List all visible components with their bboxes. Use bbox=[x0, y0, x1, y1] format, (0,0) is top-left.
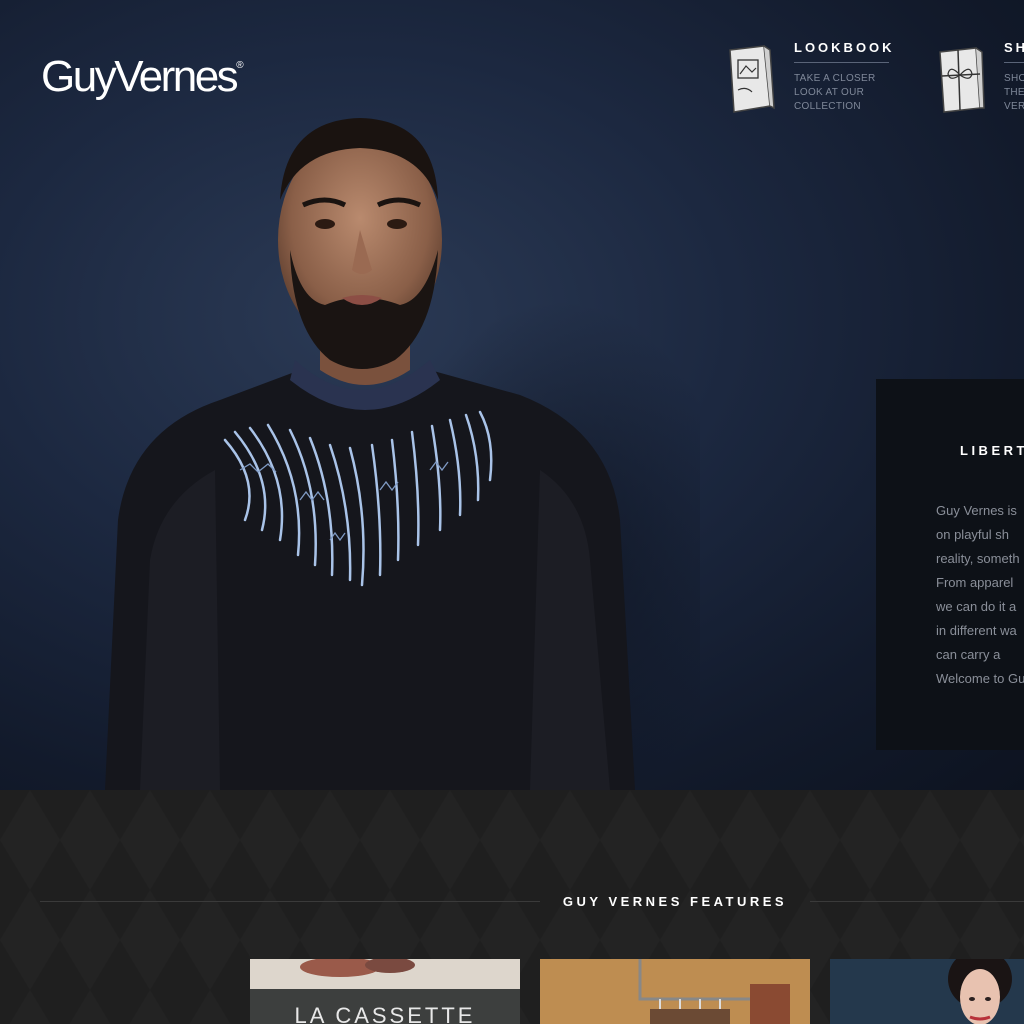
nav-description: TAKE A CLOSER LOOK AT OUR COLLECTION bbox=[794, 73, 876, 112]
divider bbox=[810, 901, 1024, 902]
divider bbox=[40, 901, 540, 902]
svg-text:LA CASSETTE: LA CASSETTE bbox=[295, 1003, 476, 1024]
about-text: Guy Vernes is on playful sh reality, som… bbox=[936, 503, 1024, 686]
features-section: GUY VERNES FEATURES LA CASSETTE bbox=[0, 790, 1024, 1024]
nav-title: SH bbox=[1004, 40, 1024, 55]
about-panel: LIBERT Guy Vernes is on playful sh reali… bbox=[876, 379, 1024, 750]
feature-card[interactable]: LA CASSETTE bbox=[250, 959, 520, 1024]
divider bbox=[1004, 62, 1024, 63]
section-title: GUY VERNES FEATURES bbox=[562, 894, 788, 909]
model-photo bbox=[105, 118, 700, 790]
about-title: LIBERT bbox=[960, 443, 1024, 458]
gift-icon bbox=[939, 47, 985, 113]
brand-logo[interactable]: GuyVernes® bbox=[41, 52, 244, 102]
nav-shop[interactable]: SH SHO THE VER bbox=[936, 40, 1024, 120]
feature-card[interactable] bbox=[540, 959, 810, 1024]
hero-banner: GuyVernes® LOOKBOOK TAKE A CLOSER LOOK A… bbox=[0, 0, 1024, 790]
woman-portrait-image bbox=[830, 959, 1024, 1024]
book-icon bbox=[729, 45, 775, 113]
nav-description: SHO THE VER bbox=[1004, 73, 1024, 112]
nav-title: LOOKBOOK bbox=[794, 40, 895, 55]
divider bbox=[794, 62, 889, 63]
clothes-rack-image bbox=[540, 959, 810, 1024]
sign-image: LA CASSETTE bbox=[250, 959, 520, 1024]
feature-card[interactable] bbox=[830, 959, 1024, 1024]
